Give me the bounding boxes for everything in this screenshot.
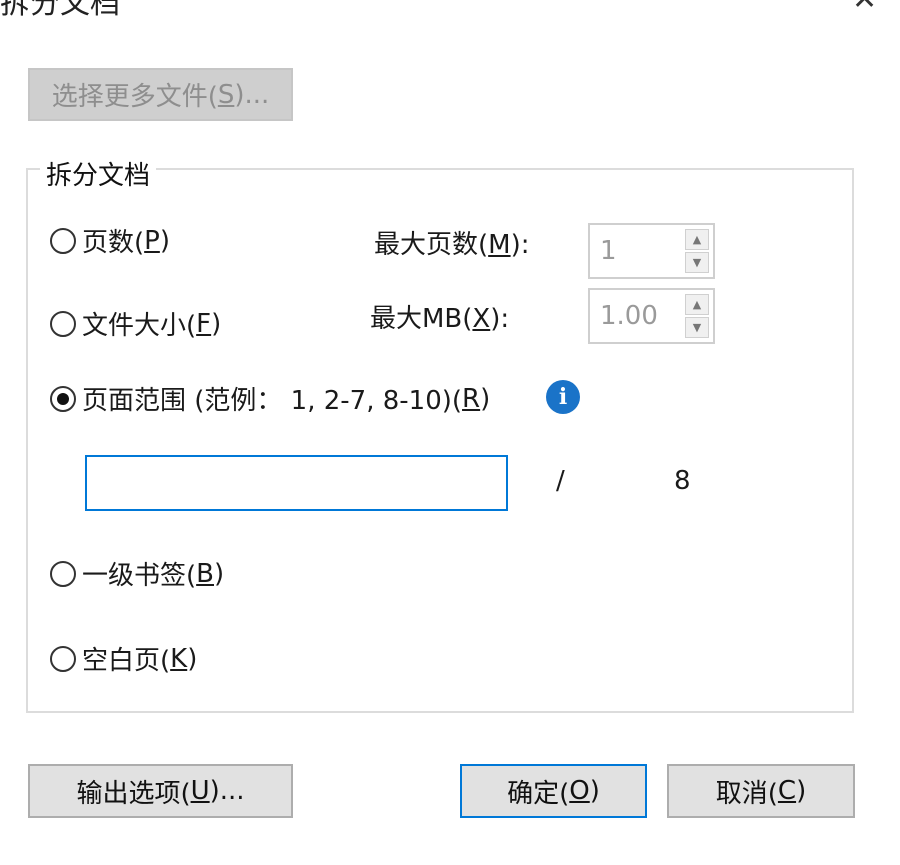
button-label: 确定(	[507, 778, 570, 809]
page-range-input[interactable]	[85, 455, 508, 511]
button-label: 输出选项(	[76, 778, 191, 809]
radio-label: 文件大小(	[82, 311, 197, 341]
stepper-arrows: ▲ ▼	[681, 225, 713, 277]
cancel-button[interactable]: 取消(C)	[667, 764, 855, 818]
button-label-suffix: )	[796, 776, 807, 806]
output-options-button[interactable]: 输出选项(U)...	[28, 764, 293, 818]
max-mb-stepper: 1.00 ▲ ▼	[588, 288, 715, 344]
down-arrow-icon: ▼	[685, 317, 709, 338]
radio-file-size[interactable]: 文件大小(F)	[50, 305, 221, 342]
down-arrow-icon: ▼	[685, 252, 709, 273]
up-arrow-icon: ▲	[685, 229, 709, 250]
label-text: 最大页数(	[374, 230, 489, 260]
max-pages-label: 最大页数(M):	[374, 224, 530, 261]
button-label-suffix: )	[589, 776, 600, 806]
accelerator-key: C	[777, 776, 797, 806]
accelerator-key: R	[462, 383, 481, 414]
stepper-value: 1.00	[600, 301, 658, 331]
accelerator-key: M	[488, 230, 511, 260]
radio-label-suffix: )	[159, 225, 170, 256]
button-label-suffix: )...	[234, 79, 270, 110]
radio-label: 页面范围 (范例： 1, 2-7, 8-10)(	[82, 386, 463, 416]
radio-label-suffix: )	[480, 383, 491, 414]
button-label: 取消(	[715, 778, 778, 809]
total-pages: 8	[674, 466, 691, 496]
button-label-suffix: )...	[209, 776, 245, 806]
max-mb-label: 最大MB(X):	[370, 298, 509, 335]
accelerator-key: O	[569, 776, 590, 806]
accelerator-key: S	[217, 79, 235, 110]
label-suffix: ):	[490, 304, 510, 334]
stepper-arrows: ▲ ▼	[681, 290, 713, 342]
radio-label-suffix: )	[214, 558, 225, 589]
radio-label-suffix: )	[211, 308, 222, 339]
radio-bookmarks[interactable]: 一级书签(B)	[50, 555, 224, 592]
max-pages-stepper: 1 ▲ ▼	[588, 223, 715, 279]
stepper-value: 1	[600, 236, 617, 266]
radio-label-suffix: )	[187, 643, 198, 674]
dialog-title: 拆分文档	[0, 0, 120, 21]
button-label: 选择更多文件(	[51, 82, 218, 112]
radio-label: 页数(	[82, 228, 145, 258]
radio-page-range[interactable]: 页面范围 (范例： 1, 2-7, 8-10)(R)	[50, 380, 490, 417]
accelerator-key: X	[472, 304, 491, 334]
label-suffix: ):	[510, 230, 530, 260]
radio-icon	[50, 385, 76, 412]
info-icon[interactable]: i	[546, 380, 580, 414]
up-arrow-icon: ▲	[685, 294, 709, 315]
label-text: 最大MB(	[370, 304, 473, 334]
accelerator-key: U	[190, 776, 210, 806]
accelerator-key: K	[170, 643, 188, 674]
select-more-files-button: 选择更多文件(S)...	[28, 68, 293, 121]
close-icon[interactable]: ✕	[852, 0, 877, 17]
accelerator-key: F	[196, 308, 212, 339]
radio-icon	[50, 227, 76, 254]
radio-label: 一级书签(	[82, 561, 197, 591]
range-separator: /	[556, 466, 565, 496]
radio-blank-page[interactable]: 空白页(K)	[50, 640, 197, 677]
accelerator-key: B	[196, 558, 214, 589]
radio-pages[interactable]: 页数(P)	[50, 222, 170, 259]
radio-icon	[50, 310, 76, 337]
radio-label: 空白页(	[82, 646, 171, 676]
ok-button[interactable]: 确定(O)	[460, 764, 647, 818]
accelerator-key: P	[144, 225, 160, 256]
radio-icon	[50, 645, 76, 672]
group-legend: 拆分文档	[40, 155, 157, 192]
radio-icon	[50, 560, 76, 587]
